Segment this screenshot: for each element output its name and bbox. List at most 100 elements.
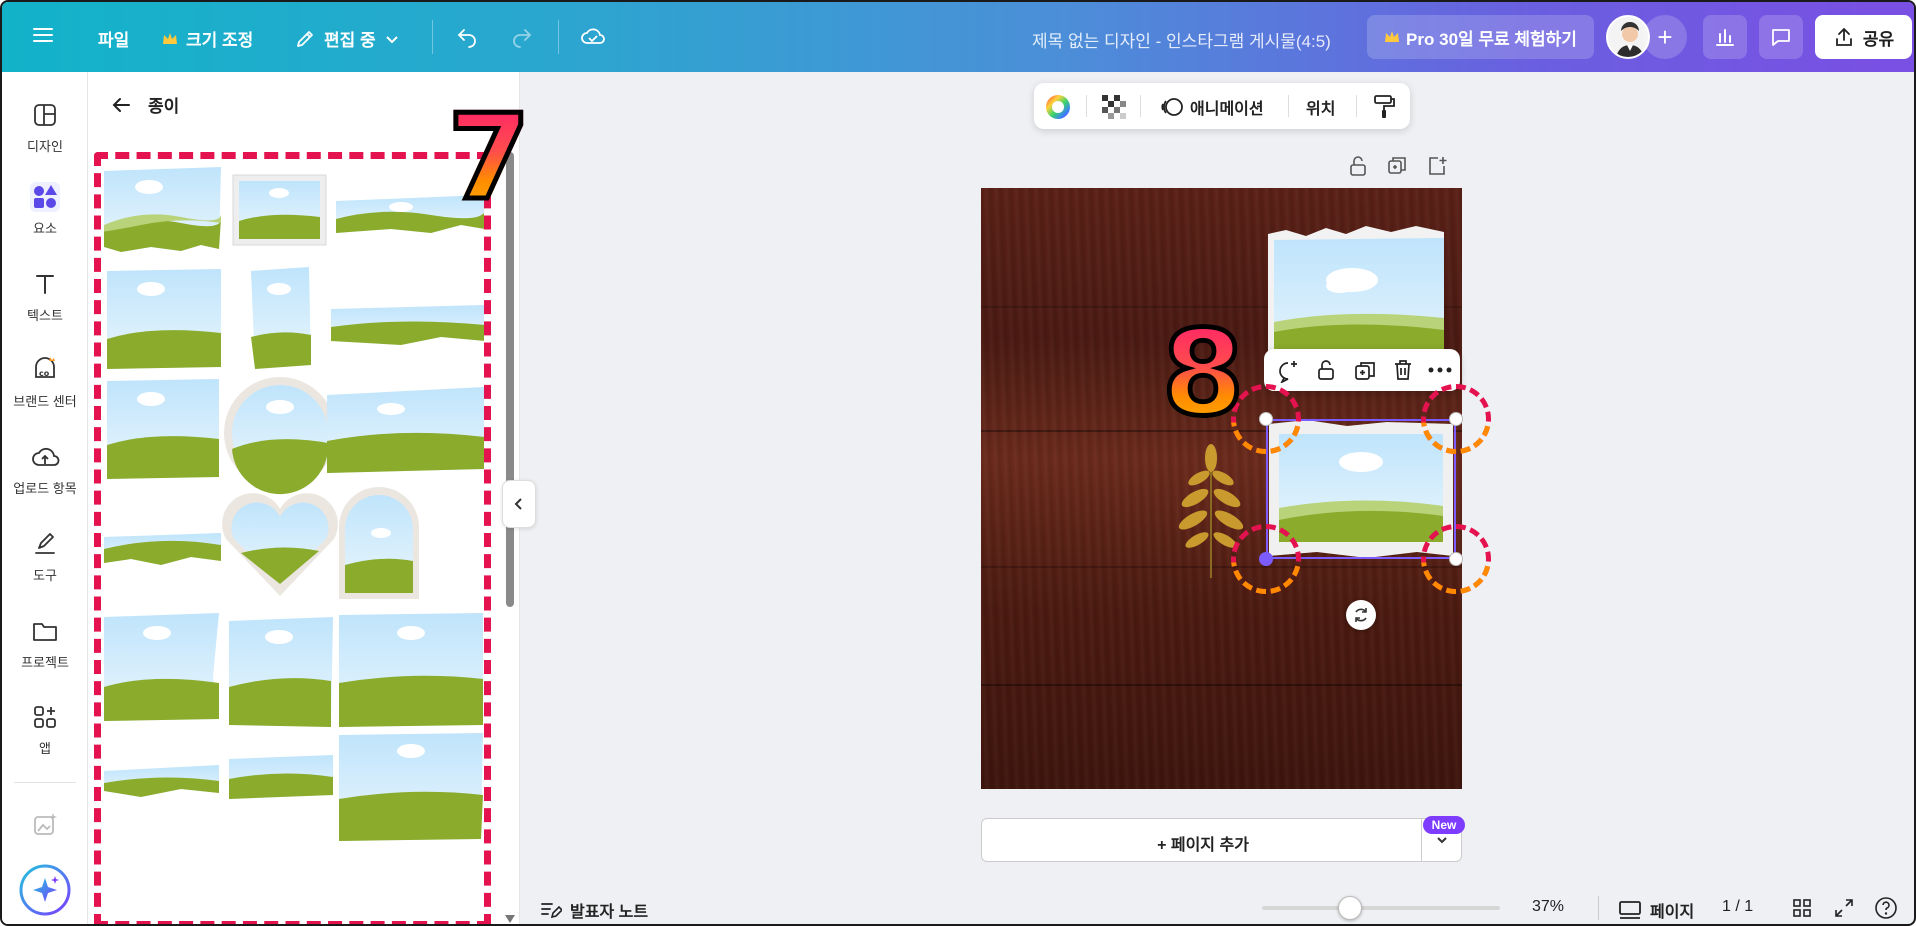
back-arrow-icon[interactable] bbox=[110, 94, 132, 116]
rotate-handle[interactable] bbox=[1346, 600, 1376, 630]
annotation-circle bbox=[1421, 524, 1491, 594]
document-title[interactable]: 제목 없는 디자인 - 인스타그램 게시물(4:5) bbox=[1032, 27, 1331, 52]
rail-item-tools[interactable]: 도구 bbox=[2, 529, 88, 584]
magic-assistant-icon[interactable] bbox=[2, 864, 88, 916]
notes-icon bbox=[541, 903, 562, 919]
paint-roller-icon[interactable] bbox=[1372, 94, 1396, 120]
chevron-left-icon bbox=[514, 498, 522, 510]
zoom-value[interactable]: 37% bbox=[1532, 898, 1564, 916]
help-icon[interactable] bbox=[1874, 896, 1898, 920]
rail-item-text[interactable]: 텍스트 bbox=[2, 269, 88, 324]
hamburger-icon[interactable] bbox=[32, 24, 54, 46]
left-rail: 디자인 요소 텍스트 co 브랜드 센터 업로드 항목 도구 프로젝트 앱 bbox=[2, 72, 88, 924]
paper-thumbnail[interactable] bbox=[107, 269, 221, 369]
paper-thumbnail[interactable] bbox=[339, 733, 483, 841]
share-button[interactable]: 공유 bbox=[1815, 15, 1912, 59]
bottom-bar: 발표자 노트 37% 페이지 1 / 1 bbox=[520, 888, 1914, 924]
paper-thumbnail[interactable] bbox=[104, 613, 219, 721]
paper-thumbnail[interactable] bbox=[229, 617, 333, 727]
paper-results-grid bbox=[94, 152, 491, 924]
annotation-number-7: 7 bbox=[445, 88, 532, 226]
transparency-icon[interactable] bbox=[1102, 95, 1126, 119]
paper-thumbnail[interactable] bbox=[232, 174, 327, 246]
pro-trial-button[interactable]: Pro 30일 무료 체험하기 bbox=[1367, 15, 1594, 59]
apps-icon bbox=[34, 706, 56, 728]
comment-add-icon[interactable] bbox=[1276, 359, 1300, 383]
svg-text:co: co bbox=[39, 369, 50, 378]
paper-thumbnail[interactable] bbox=[327, 387, 485, 473]
invite-plus-icon[interactable]: + bbox=[1643, 15, 1687, 59]
cloud-saved-icon[interactable] bbox=[580, 24, 606, 48]
redo-icon[interactable] bbox=[510, 24, 534, 48]
fullscreen-icon[interactable] bbox=[1834, 898, 1854, 918]
rail-item-apps[interactable]: 앱 bbox=[2, 702, 88, 757]
add-page-button[interactable]: + 페이지 추가 bbox=[981, 818, 1462, 862]
pencil-icon bbox=[297, 30, 313, 47]
rail-item-label: 앱 bbox=[39, 741, 51, 756]
paper-thumbnail[interactable] bbox=[222, 493, 338, 596]
paper-thumbnail[interactable] bbox=[104, 765, 219, 797]
duplicate-page-icon[interactable] bbox=[1386, 155, 1408, 177]
scroll-down-arrow-icon[interactable] bbox=[504, 914, 516, 924]
paper-thumbnail[interactable] bbox=[229, 755, 333, 799]
magic-image-icon[interactable] bbox=[2, 810, 88, 846]
paper-thumbnail[interactable] bbox=[331, 305, 485, 345]
add-page-icon[interactable] bbox=[1426, 155, 1448, 177]
paper-thumbnail[interactable] bbox=[224, 377, 336, 495]
chevron-down-icon bbox=[1436, 837, 1447, 844]
duplicate-icon[interactable] bbox=[1353, 359, 1377, 383]
pen-tool-icon bbox=[35, 533, 55, 554]
element-context-toolbar bbox=[1264, 349, 1460, 391]
page-tools bbox=[1348, 155, 1448, 177]
rail-item-label: 프로젝트 bbox=[21, 655, 69, 670]
resize-button[interactable]: 크기 조정 bbox=[162, 26, 253, 51]
text-icon bbox=[36, 275, 54, 294]
editing-mode-dropdown[interactable]: 편집 중 bbox=[294, 26, 400, 51]
rail-item-design[interactable]: 디자인 bbox=[2, 100, 88, 155]
insights-chart-icon[interactable] bbox=[1703, 15, 1747, 59]
elements-panel: 종이 7 bbox=[88, 72, 533, 924]
animation-button[interactable]: 애니메이션 bbox=[1190, 95, 1264, 119]
paper-thumbnail[interactable] bbox=[103, 167, 221, 252]
color-wheel-icon[interactable] bbox=[1044, 93, 1072, 121]
collapse-panel-button[interactable] bbox=[502, 480, 536, 528]
rail-item-elements[interactable]: 요소 bbox=[2, 182, 88, 237]
add-page-label: + 페이지 추가 bbox=[1157, 837, 1249, 854]
zoom-slider-thumb[interactable] bbox=[1338, 896, 1363, 920]
paper-thumbnail[interactable] bbox=[107, 379, 219, 479]
rail-item-brand[interactable]: co 브랜드 센터 bbox=[2, 355, 88, 410]
zoom-slider-track[interactable] bbox=[1262, 906, 1500, 910]
rotate-icon bbox=[1355, 608, 1367, 622]
resize-label: 크기 조정 bbox=[186, 31, 254, 50]
app-window: 파일 크기 조정 편집 중 제목 없는 디자인 - 인스타그램 게시물(4:5)… bbox=[0, 0, 1916, 926]
paper-thumbnail[interactable] bbox=[251, 267, 311, 369]
chevron-down-icon bbox=[385, 35, 398, 43]
lock-open-icon[interactable] bbox=[1348, 155, 1368, 177]
trash-icon[interactable] bbox=[1392, 358, 1414, 382]
folder-icon bbox=[33, 623, 57, 641]
paper-thumbnail[interactable] bbox=[339, 613, 483, 727]
more-options-icon[interactable] bbox=[1428, 367, 1452, 373]
position-button[interactable]: 위치 bbox=[1306, 95, 1335, 119]
crown-icon bbox=[1385, 31, 1400, 42]
pages-button[interactable]: 페이지 bbox=[1618, 898, 1694, 922]
presenter-notes-button[interactable]: 발표자 노트 bbox=[540, 898, 648, 922]
file-menu[interactable]: 파일 bbox=[98, 26, 129, 51]
paper-thumbnail[interactable] bbox=[104, 533, 221, 565]
lock-icon[interactable] bbox=[1315, 358, 1337, 382]
pro-trial-label: Pro 30일 무료 체험하기 bbox=[1406, 29, 1577, 49]
share-label: 공유 bbox=[1862, 29, 1895, 49]
rail-item-projects[interactable]: 프로젝트 bbox=[2, 616, 88, 671]
rail-item-uploads[interactable]: 업로드 항목 bbox=[2, 442, 88, 497]
paper-thumbnail[interactable] bbox=[339, 487, 419, 599]
undo-icon[interactable] bbox=[455, 24, 479, 48]
page-counter: 1 / 1 bbox=[1722, 898, 1754, 915]
annotation-circle bbox=[1231, 524, 1301, 594]
animation-icon bbox=[1161, 98, 1183, 116]
grid-view-icon[interactable] bbox=[1792, 898, 1812, 918]
rail-item-label: 텍스트 bbox=[27, 308, 63, 323]
file-menu-label: 파일 bbox=[98, 31, 130, 50]
layout-icon bbox=[34, 104, 56, 126]
comment-icon[interactable] bbox=[1759, 15, 1803, 59]
rail-item-label: 도구 bbox=[33, 568, 57, 583]
